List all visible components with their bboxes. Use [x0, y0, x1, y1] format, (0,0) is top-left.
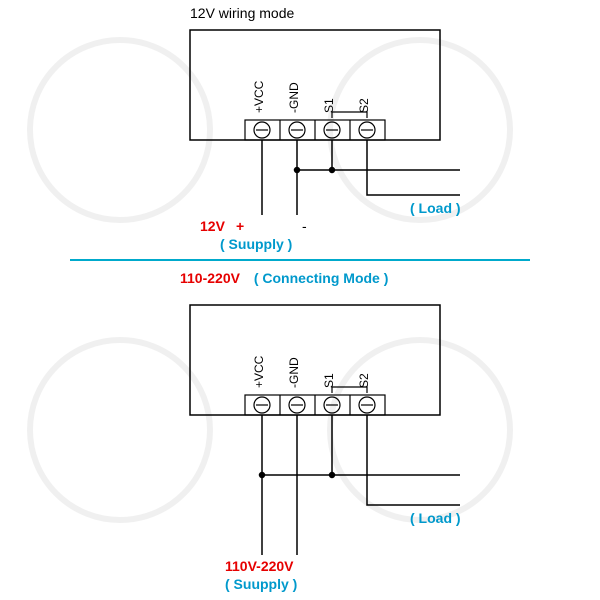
- top-supply-plus: +: [236, 218, 244, 234]
- bot-term-gnd: -GND: [287, 357, 301, 388]
- bottom-supply-voltage: 110V-220V: [225, 558, 294, 574]
- top-load-label: ( Load ): [410, 200, 461, 216]
- top-term-vcc: +VCC: [252, 81, 266, 113]
- bottom-supply-label: ( Suupply ): [225, 576, 297, 592]
- bottom-title-voltage: 110-220V: [180, 270, 240, 286]
- bot-term-s2: S2: [357, 373, 371, 388]
- top-term-s2: S2: [357, 98, 371, 113]
- bot-term-vcc: +VCC: [252, 356, 266, 388]
- bottom-title-mode: ( Connecting Mode ): [254, 270, 389, 286]
- bottom-load-label: ( Load ): [410, 510, 461, 526]
- top-supply-label: ( Suupply ): [220, 236, 292, 252]
- top-supply-voltage: 12V: [200, 218, 225, 234]
- bottom-title: 110-220V ( Connecting Mode ): [180, 270, 388, 286]
- top-supply-minus: -: [302, 218, 307, 234]
- top-term-gnd: -GND: [287, 82, 301, 113]
- top-term-s1: S1: [322, 98, 336, 113]
- bot-term-s1: S1: [322, 373, 336, 388]
